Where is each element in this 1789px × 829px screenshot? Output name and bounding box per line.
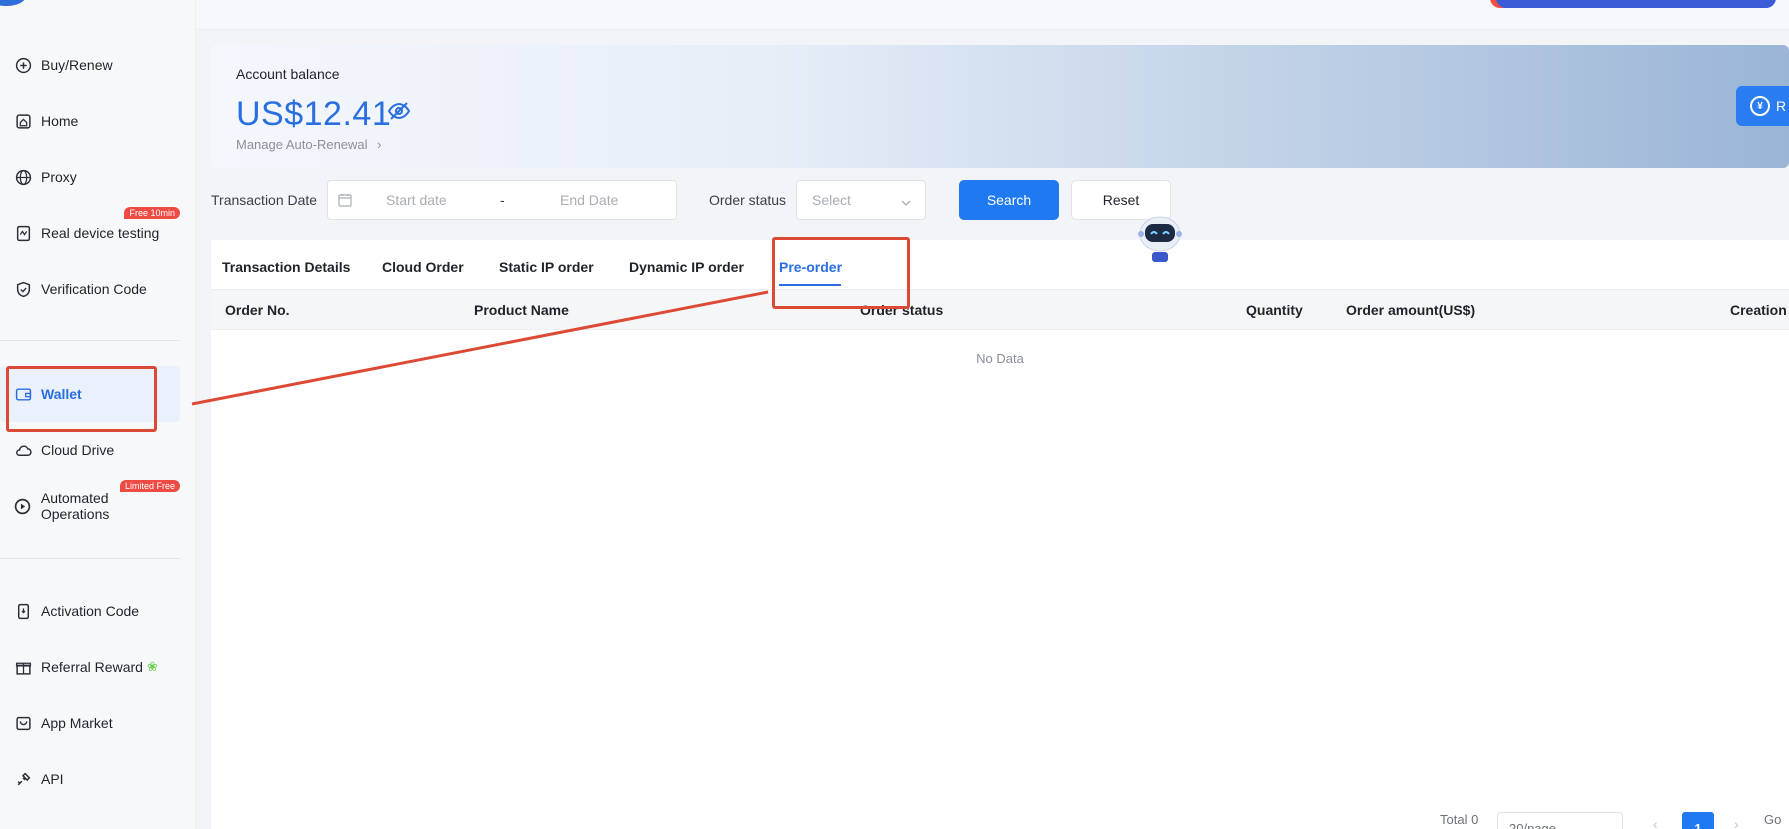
sidebar-item-buy-renew[interactable]: Buy/Renew — [0, 37, 180, 93]
sidebar-item-label: Verification Code — [41, 281, 147, 297]
tab-pre-order[interactable]: Pre-order — [779, 259, 842, 275]
globe-icon — [14, 168, 32, 186]
api-icon — [14, 770, 32, 788]
end-date-input[interactable]: End Date — [560, 192, 618, 208]
column-order-status: Order status — [860, 302, 944, 318]
sidebar-item-cloud-drive[interactable]: Cloud Drive — [0, 422, 180, 478]
sidebar-item-label: Automated Operations — [40, 490, 110, 522]
empty-state-text: No Data — [976, 351, 1024, 366]
calendar-icon — [338, 193, 352, 207]
sidebar-group-top: Buy/Renew Home Proxy Real device testing… — [0, 37, 180, 317]
sidebar-item-label: API — [41, 771, 64, 787]
sidebar-item-home[interactable]: Home — [0, 93, 180, 149]
column-creation: Creation — [1730, 302, 1787, 318]
sidebar-item-automated-operations[interactable]: Automated Operations Limited Free — [0, 478, 180, 534]
device-test-icon — [14, 224, 32, 242]
sidebar-item-label: App Market — [41, 715, 113, 731]
sidebar-group-mid: Wallet Cloud Drive Automated Operations … — [0, 366, 180, 534]
transaction-date-range-picker[interactable]: Start date - End Date — [327, 180, 677, 220]
table-header: Order No. Product Name Order status Quan… — [211, 289, 1789, 330]
recharge-label: R — [1776, 98, 1787, 114]
sidebar-item-label: Buy/Renew — [41, 57, 113, 73]
chevron-right-icon: › — [377, 137, 382, 152]
column-quantity: Quantity — [1246, 302, 1303, 318]
sidebar-item-referral-reward[interactable]: Referral Reward ❀ — [0, 639, 180, 695]
manage-auto-renewal-label: Manage Auto-Renewal — [236, 137, 368, 152]
date-separator: - — [500, 192, 505, 208]
sidebar-item-app-market[interactable]: App Market — [0, 695, 180, 751]
sidebar-item-label: Wallet — [41, 386, 82, 402]
cloud-icon — [14, 441, 32, 459]
gift-icon — [14, 658, 32, 676]
logo — [0, 0, 26, 6]
sidebar-group-bottom: Activation Code Referral Reward ❀ App Ma… — [0, 583, 180, 807]
column-order-amount: Order amount(US$) — [1346, 302, 1476, 318]
sidebar-item-label: Home — [41, 113, 79, 129]
top-bar — [196, 0, 1789, 30]
sidebar-item-wallet[interactable]: Wallet — [0, 366, 180, 422]
column-order-no: Order No. — [225, 302, 290, 318]
assistant-robot-icon[interactable] — [1135, 212, 1185, 268]
promo-banner[interactable] — [1496, 0, 1776, 8]
order-tabs: Transaction Details Cloud Order Static I… — [211, 240, 1789, 288]
sidebar-divider — [0, 340, 180, 341]
hide-balance-eye-icon[interactable] — [386, 98, 412, 124]
currency-icon: ¥ — [1750, 96, 1770, 116]
pagination-total: Total 0 — [1440, 812, 1479, 827]
award-icon: ❀ — [146, 659, 158, 674]
sidebar-item-verification-code[interactable]: Verification Code — [0, 261, 180, 317]
sidebar-item-real-device-testing[interactable]: Real device testing Free 10min — [0, 205, 180, 261]
page-number-current[interactable]: 1 — [1682, 812, 1714, 829]
page-size-select[interactable]: 20/page — [1497, 812, 1623, 829]
manage-auto-renewal-link[interactable]: Manage Auto-Renewal › — [236, 137, 382, 152]
sidebar-item-proxy[interactable]: Proxy — [0, 149, 180, 205]
tab-dynamic-ip-order[interactable]: Dynamic IP order — [629, 259, 744, 275]
page-size-value: 20/page — [1509, 821, 1556, 829]
active-tab-indicator — [779, 284, 841, 286]
order-status-select[interactable]: Select — [796, 180, 926, 220]
sidebar-item-label: Cloud Drive — [41, 442, 115, 458]
recharge-button[interactable]: ¥ R — [1736, 86, 1789, 126]
tab-transaction-details[interactable]: Transaction Details — [222, 259, 350, 275]
next-page-icon[interactable]: › — [1734, 816, 1739, 829]
activation-code-icon — [14, 602, 32, 620]
goto-page-label: Go — [1764, 812, 1782, 827]
wallet-icon — [14, 385, 32, 403]
search-button[interactable]: Search — [959, 180, 1059, 220]
tab-static-ip-order[interactable]: Static IP order — [499, 259, 594, 275]
sidebar-item-label: Proxy — [41, 169, 77, 185]
sidebar-item-activation-code[interactable]: Activation Code — [0, 583, 180, 639]
column-product-name: Product Name — [474, 302, 569, 318]
plus-circle-icon — [14, 56, 32, 74]
sidebar-item-label: Activation Code — [41, 603, 140, 619]
tab-cloud-order[interactable]: Cloud Order — [382, 259, 464, 275]
order-status-placeholder: Select — [812, 192, 851, 208]
sidebar-item-label: Referral Reward — [41, 659, 143, 675]
order-status-label: Order status — [709, 192, 787, 208]
sidebar-item-label: Real device testing — [41, 225, 160, 241]
free-10min-badge: Free 10min — [124, 207, 180, 219]
start-date-input[interactable]: Start date — [386, 192, 447, 208]
sidebar: Buy/Renew Home Proxy Real device testing… — [0, 0, 196, 829]
account-balance-card: Account balance US$12.41 Manage Auto-Ren… — [211, 45, 1789, 168]
account-balance-amount: US$12.41 — [236, 95, 392, 133]
play-circle-icon — [14, 497, 32, 515]
home-icon — [14, 112, 32, 130]
chevron-down-icon — [901, 195, 911, 206]
shield-check-icon — [14, 280, 32, 298]
account-balance-label: Account balance — [236, 66, 340, 82]
sidebar-item-api[interactable]: API — [0, 751, 180, 807]
orders-panel: Transaction Details Cloud Order Static I… — [211, 240, 1789, 829]
transaction-date-label: Transaction Date — [211, 192, 318, 208]
prev-page-icon[interactable]: ‹ — [1653, 816, 1658, 829]
app-market-icon — [14, 714, 32, 732]
sidebar-divider — [0, 558, 180, 559]
limited-free-badge: Limited Free — [119, 480, 180, 492]
